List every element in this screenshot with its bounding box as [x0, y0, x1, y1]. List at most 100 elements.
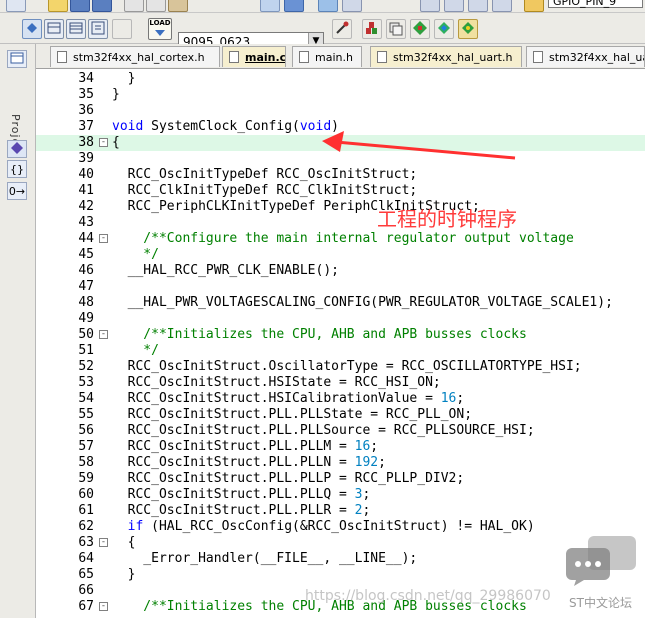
- file-tabs: stm32f4xx_hal_cortex.h main.c main.h stm…: [36, 44, 645, 69]
- line-number: 54: [78, 391, 94, 406]
- target-options-icon[interactable]: [332, 19, 352, 39]
- fold-toggle-icon[interactable]: -: [99, 538, 108, 547]
- code-line[interactable]: 34 }: [36, 71, 645, 87]
- pack-installer-icon[interactable]: [410, 19, 430, 39]
- watermark-logo-text: ST中文论坛: [569, 596, 632, 610]
- code-text: RCC_OscInitStruct.OscillatorType = RCC_O…: [112, 359, 582, 374]
- cut-icon[interactable]: [124, 0, 144, 12]
- code-line[interactable]: 51 */: [36, 343, 645, 359]
- code-text: if (HAL_RCC_OscConfig(&RCC_OscInitStruct…: [127, 519, 535, 534]
- code-line[interactable]: 41 RCC_ClkInitTypeDef RCC_ClkInitStruct;: [36, 183, 645, 199]
- code-line[interactable]: 62 if (HAL_RCC_OscConfig(&RCC_OscInitStr…: [36, 519, 645, 535]
- code-text: RCC_OscInitStruct.PLL.PLLM = 16;: [112, 439, 379, 454]
- open-file-icon[interactable]: [48, 0, 68, 12]
- fold-toggle-icon[interactable]: -: [99, 138, 108, 147]
- code-text: {: [112, 135, 120, 150]
- batch-build-icon[interactable]: [88, 19, 108, 39]
- save-all-icon[interactable]: [92, 0, 112, 12]
- line-number: 42: [78, 199, 94, 214]
- paste-icon[interactable]: [168, 0, 188, 12]
- tab-main-h[interactable]: main.h: [292, 46, 362, 67]
- fold-toggle-icon[interactable]: -: [99, 602, 108, 611]
- line-number: 53: [78, 375, 94, 390]
- code-line[interactable]: 57 RCC_OscInitStruct.PLL.PLLM = 16;: [36, 439, 645, 455]
- save-icon[interactable]: [70, 0, 90, 12]
- gpio-search-combo[interactable]: GPIO_PIN_9: [548, 0, 643, 8]
- indent-icon[interactable]: [420, 0, 440, 12]
- fold-toggle-icon[interactable]: -: [99, 330, 108, 339]
- rebuild-icon[interactable]: [66, 19, 86, 39]
- code-line[interactable]: 38-{: [36, 135, 645, 151]
- download-load-icon[interactable]: LOAD: [148, 18, 172, 40]
- file-icon: [229, 51, 239, 63]
- tab-stm32f4xx-hal-cortex-h[interactable]: stm32f4xx_hal_cortex.h: [50, 46, 220, 67]
- code-line[interactable]: 43: [36, 215, 645, 231]
- code-line[interactable]: 35}: [36, 87, 645, 103]
- code-line[interactable]: 53 RCC_OscInitStruct.HSIState = RCC_HSI_…: [36, 375, 645, 391]
- code-line[interactable]: 65 }: [36, 567, 645, 583]
- line-number: 45: [78, 247, 94, 262]
- code-line[interactable]: 52 RCC_OscInitStruct.OscillatorType = RC…: [36, 359, 645, 375]
- browse-icon[interactable]: [524, 0, 544, 12]
- redo-icon[interactable]: [284, 0, 304, 12]
- functions-tab[interactable]: {}: [7, 160, 27, 178]
- fold-toggle-icon[interactable]: -: [99, 234, 108, 243]
- code-line[interactable]: 55 RCC_OscInitStruct.PLL.PLLState = RCC_…: [36, 407, 645, 423]
- books-icon[interactable]: [7, 140, 27, 158]
- code-line[interactable]: 59 RCC_OscInitStruct.PLL.PLLP = RCC_PLLP…: [36, 471, 645, 487]
- templates-tab[interactable]: 0→: [7, 182, 27, 200]
- code-line[interactable]: 44- /**Configure the main internal regul…: [36, 231, 645, 247]
- tab-stm32f4xx-hal-uart-h[interactable]: stm32f4xx_hal_uart.h: [370, 46, 522, 67]
- file-extensions-icon[interactable]: [386, 19, 406, 39]
- code-text: }: [112, 567, 136, 582]
- code-line[interactable]: 48 __HAL_PWR_VOLTAGESCALING_CONFIG(PWR_R…: [36, 295, 645, 311]
- code-line[interactable]: 45 */: [36, 247, 645, 263]
- code-line[interactable]: 50- /**Initializes the CPU, AHB and APB …: [36, 327, 645, 343]
- select-packs-icon[interactable]: [434, 19, 454, 39]
- manage-components-icon[interactable]: [362, 19, 382, 39]
- code-text: RCC_OscInitStruct.PLL.PLLN = 192;: [112, 455, 386, 470]
- code-line[interactable]: 61 RCC_OscInitStruct.PLL.PLLR = 2;: [36, 503, 645, 519]
- translate-icon[interactable]: [22, 19, 42, 39]
- line-number: 61: [78, 503, 94, 518]
- outdent-icon[interactable]: [444, 0, 464, 12]
- code-line[interactable]: 64 _Error_Handler(__FILE__, __LINE__);: [36, 551, 645, 567]
- new-file-icon[interactable]: [6, 0, 26, 12]
- find-icon[interactable]: [318, 0, 338, 12]
- project-sidebar: Project {} 0→: [0, 44, 36, 618]
- line-number: 38: [78, 135, 94, 150]
- uncomment-icon[interactable]: [492, 0, 512, 12]
- project-window-icon[interactable]: [7, 50, 27, 68]
- code-line[interactable]: 63- {: [36, 535, 645, 551]
- code-line[interactable]: 54 RCC_OscInitStruct.HSICalibrationValue…: [36, 391, 645, 407]
- code-text: RCC_OscInitStruct.HSICalibrationValue = …: [112, 391, 465, 406]
- code-editor[interactable]: 34 } 35} 36 37 void SystemClock_Config(void)…: [36, 69, 645, 618]
- comment-icon[interactable]: [468, 0, 488, 12]
- code-line[interactable]: 58 RCC_OscInitStruct.PLL.PLLN = 192;: [36, 455, 645, 471]
- tab-stm32f4xx-hal-uart-c[interactable]: stm32f4xx_hal_uar: [526, 46, 645, 67]
- tab-main-c[interactable]: main.c: [222, 46, 286, 67]
- tab-label: main.c: [245, 51, 286, 64]
- line-number: 63: [78, 535, 94, 550]
- code-line[interactable]: 42 RCC_PeriphCLKInitTypeDef PeriphClkIni…: [36, 199, 645, 215]
- line-number: 66: [78, 583, 94, 598]
- run-time-environment-icon[interactable]: [458, 19, 478, 39]
- undo-icon[interactable]: [260, 0, 280, 12]
- code-line[interactable]: 36: [36, 103, 645, 119]
- code-line[interactable]: 49: [36, 311, 645, 327]
- line-number: 46: [78, 263, 94, 278]
- code-line[interactable]: 56 RCC_OscInitStruct.PLL.PLLSource = RCC…: [36, 423, 645, 439]
- build-icon[interactable]: [44, 19, 64, 39]
- line-number: 34: [78, 71, 94, 86]
- annotation-text: 工程的时钟程序: [377, 207, 517, 231]
- copy-icon[interactable]: [146, 0, 166, 12]
- code-line[interactable]: 47: [36, 279, 645, 295]
- code-line[interactable]: 39: [36, 151, 645, 167]
- stop-build-icon[interactable]: [112, 19, 132, 39]
- line-number: 43: [78, 215, 94, 230]
- code-line[interactable]: 37 void SystemClock_Config(void): [36, 119, 645, 135]
- code-line[interactable]: 40 RCC_OscInitTypeDef RCC_OscInitStruct;: [36, 167, 645, 183]
- code-line[interactable]: 60 RCC_OscInitStruct.PLL.PLLQ = 3;: [36, 487, 645, 503]
- bookmark-icon[interactable]: [342, 0, 362, 12]
- code-line[interactable]: 46 __HAL_RCC_PWR_CLK_ENABLE();: [36, 263, 645, 279]
